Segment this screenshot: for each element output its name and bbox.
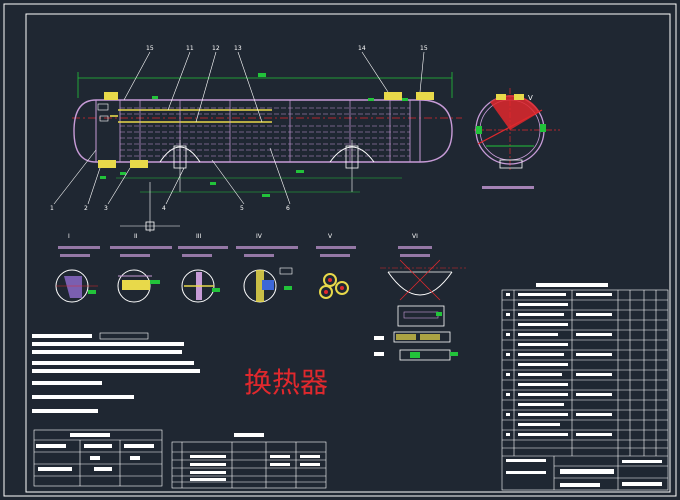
- detail-label-i: I: [68, 233, 70, 240]
- main-elevation-view: 15 11 12 13 14 15 1 2 3 4 5 6: [50, 45, 462, 232]
- leader-label: 3: [104, 205, 108, 212]
- parts-list-table: [501, 283, 669, 491]
- detail-view-iv: IV: [236, 233, 298, 303]
- nozzle-table: [171, 433, 327, 489]
- leader-label: 15: [146, 45, 154, 52]
- tube-bundle: [120, 107, 410, 157]
- section-mark-v: V: [528, 94, 533, 102]
- leader-label: 6: [286, 205, 290, 212]
- main-title: 换热器: [244, 366, 328, 399]
- leader-label: 4: [162, 205, 166, 212]
- detail-view-i: I: [55, 233, 100, 303]
- leader-label: 2: [84, 205, 88, 212]
- detail-view-v: V: [316, 233, 356, 299]
- detail-label-iv: IV: [256, 233, 263, 240]
- detail-label-v: V: [328, 233, 333, 240]
- detail-label-ii: II: [134, 233, 138, 240]
- technical-requirements-block: [32, 332, 200, 413]
- leader-label: 13: [234, 45, 242, 52]
- leader-label: 12: [212, 45, 220, 52]
- design-data-table: [33, 429, 163, 487]
- detail-label-vi: VI: [412, 233, 418, 240]
- detail-view-iii: III: [178, 233, 228, 303]
- detail-view-ii: II: [110, 233, 172, 303]
- end-section-view: V: [474, 88, 560, 189]
- cad-drawing-canvas: 15 11 12 13 14 15 1 2 3 4 5 6 V I II III…: [3, 3, 677, 497]
- leader-label: 11: [186, 45, 194, 52]
- detail-label-iii: III: [196, 233, 202, 240]
- detail-view-vi: VI: [374, 233, 466, 361]
- leader-label: 5: [240, 205, 244, 212]
- leader-label: 15: [420, 45, 428, 52]
- leader-label: 14: [358, 45, 366, 52]
- leader-label: 1: [50, 205, 54, 212]
- detail-views-row: I II III IV V VI: [55, 233, 466, 361]
